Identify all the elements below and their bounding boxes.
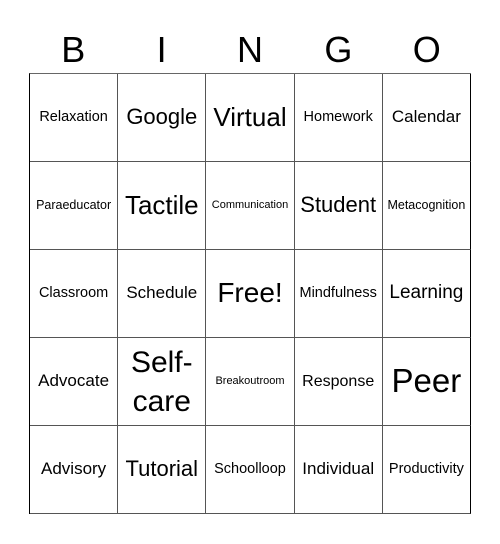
- bingo-cell[interactable]: Self-care: [118, 338, 207, 426]
- bingo-cell[interactable]: Individual: [294, 426, 383, 514]
- bingo-cell[interactable]: Tutorial: [118, 426, 207, 514]
- bingo-cell[interactable]: Response: [294, 338, 383, 426]
- bingo-cell[interactable]: Classroom: [30, 250, 119, 338]
- bingo-cell[interactable]: Google: [118, 74, 207, 162]
- bingo-header: B I N G O: [29, 28, 471, 72]
- bingo-cell[interactable]: Student: [294, 162, 383, 250]
- header-letter-o: O: [412, 29, 441, 70]
- bingo-cell[interactable]: Schedule: [118, 250, 207, 338]
- bingo-cell[interactable]: Calendar: [382, 74, 471, 162]
- header-letter-b: B: [61, 29, 86, 70]
- bingo-grid: Relaxation Google Virtual Homework Calen…: [29, 73, 471, 514]
- bingo-cell[interactable]: Schoolloop: [206, 426, 295, 514]
- bingo-cell[interactable]: Communication: [206, 162, 295, 250]
- bingo-cell[interactable]: Paraeducator: [30, 162, 119, 250]
- bingo-cell[interactable]: Mindfulness: [294, 250, 383, 338]
- bingo-cell[interactable]: Relaxation: [30, 74, 119, 162]
- header-letter-g: G: [324, 29, 353, 70]
- bingo-cell[interactable]: Metacognition: [382, 162, 471, 250]
- free-space[interactable]: Free!: [206, 250, 295, 338]
- bingo-cell[interactable]: Virtual: [206, 74, 295, 162]
- bingo-cell[interactable]: Tactile: [118, 162, 207, 250]
- bingo-cell[interactable]: Advisory: [30, 426, 119, 514]
- bingo-cell[interactable]: Peer: [382, 338, 471, 426]
- bingo-cell[interactable]: Advocate: [30, 338, 119, 426]
- bingo-cell[interactable]: Learning: [382, 250, 471, 338]
- header-letter-i: I: [156, 29, 167, 70]
- bingo-cell[interactable]: Productivity: [382, 426, 471, 514]
- bingo-cell[interactable]: Breakoutroom: [206, 338, 295, 426]
- bingo-cell[interactable]: Homework: [294, 74, 383, 162]
- header-letter-n: N: [236, 29, 263, 70]
